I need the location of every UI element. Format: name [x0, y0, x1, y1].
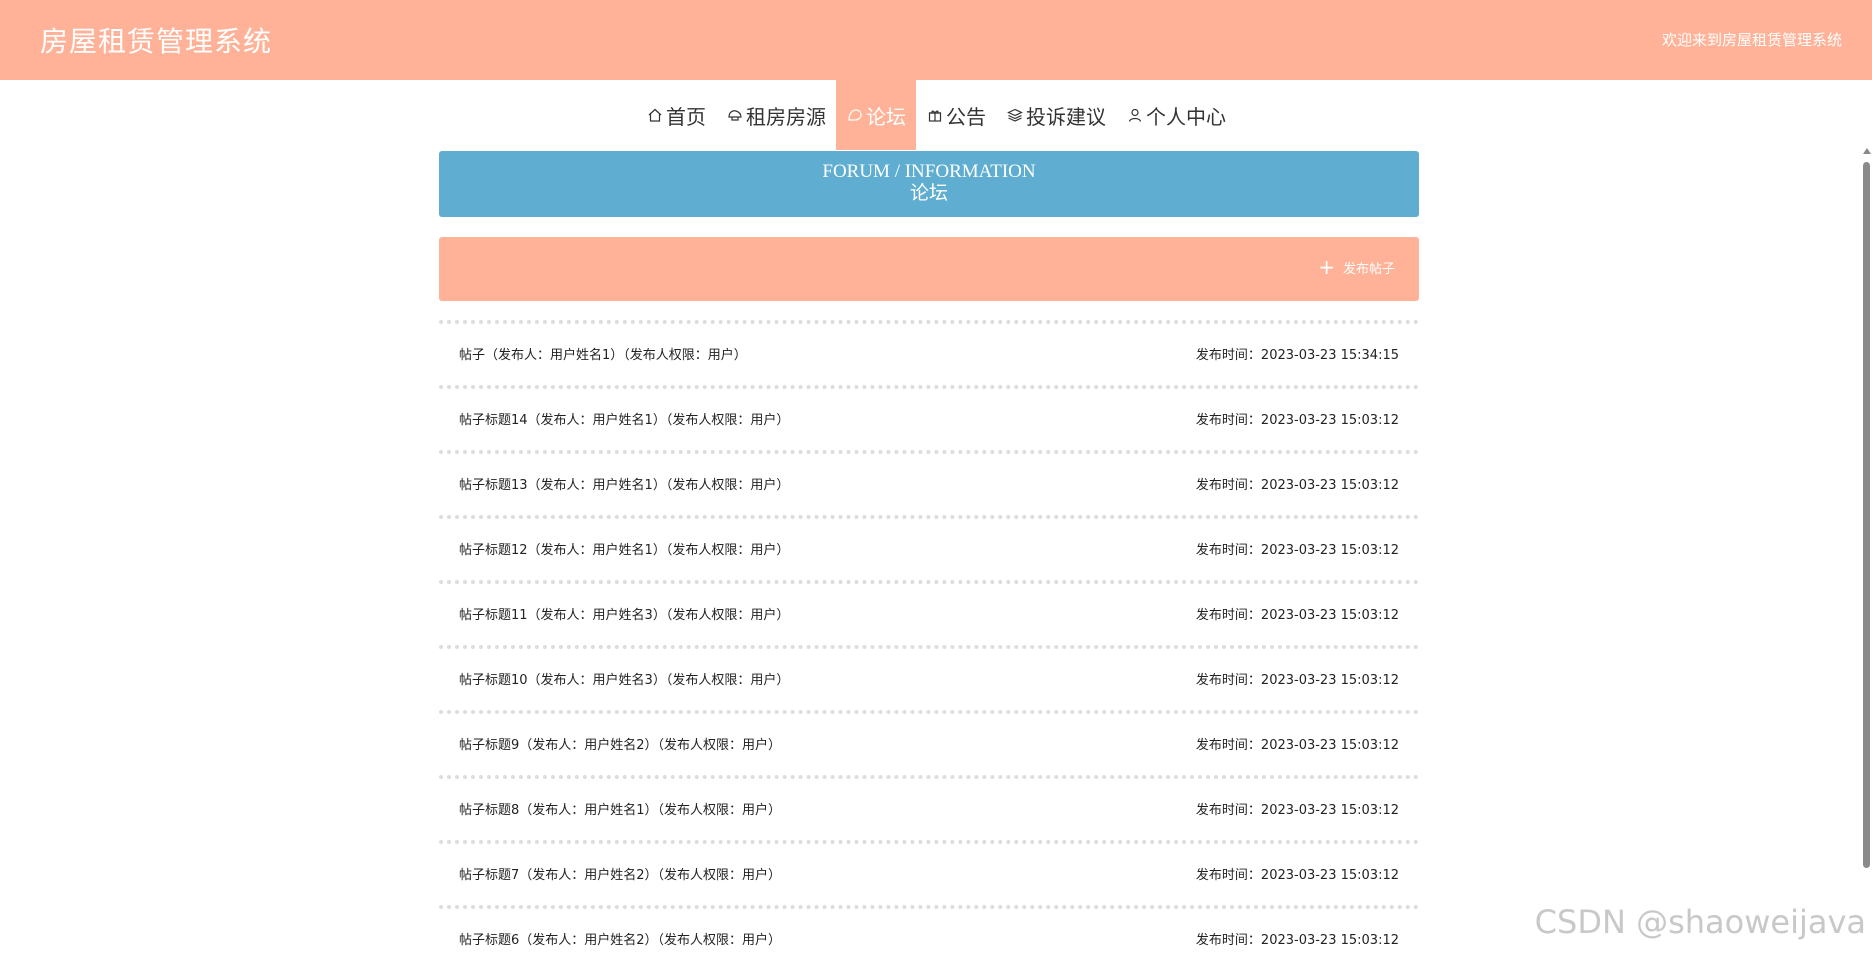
scrollbar-thumb[interactable] — [1863, 162, 1870, 868]
post-row[interactable]: 帖子标题7（发布人：用户姓名2）（发布人权限：用户） 发布时间：2023-03-… — [439, 840, 1419, 905]
post-time: 发布时间：2023-03-23 15:03:12 — [1195, 413, 1399, 428]
post-time: 发布时间：2023-03-23 15:03:12 — [1195, 543, 1399, 558]
page-scrollbar[interactable] — [1860, 148, 1872, 958]
post-title: 帖子标题11（发布人：用户姓名3）（发布人权限：用户） — [459, 608, 790, 623]
post-row[interactable]: 帖子标题14（发布人：用户姓名1）（发布人权限：用户） 发布时间：2023-03… — [439, 385, 1419, 450]
nav-item-forum[interactable]: 论坛 — [836, 80, 916, 150]
nav-label-personal-center: 个人中心 — [1146, 104, 1226, 129]
forum-icon — [846, 106, 864, 124]
home-icon — [646, 106, 664, 124]
post-time: 发布时间：2023-03-23 15:03:12 — [1195, 738, 1399, 753]
nav-item-complaints[interactable]: 投诉建议 — [996, 80, 1116, 150]
post-row[interactable]: 帖子（发布人：用户姓名1）（发布人权限：用户） 发布时间：2023-03-23 … — [439, 320, 1419, 385]
post-title: 帖子标题8（发布人：用户姓名1）（发布人权限：用户） — [459, 803, 782, 818]
layers-icon — [1006, 106, 1024, 124]
nav-label-home: 首页 — [666, 104, 706, 129]
nav-item-announcements[interactable]: 公告 — [916, 80, 996, 150]
post-title: 帖子标题7（发布人：用户姓名2）（发布人权限：用户） — [459, 868, 782, 883]
post-time: 发布时间：2023-03-23 15:03:12 — [1195, 868, 1399, 883]
user-icon — [1126, 106, 1144, 124]
post-title: 帖子标题6（发布人：用户姓名2）（发布人权限：用户） — [459, 933, 782, 948]
post-row[interactable]: 帖子标题10（发布人：用户姓名3）（发布人权限：用户） 发布时间：2023-03… — [439, 645, 1419, 710]
plus-icon: + — [1318, 255, 1335, 279]
nav-label-complaints: 投诉建议 — [1026, 104, 1106, 129]
nav-label-rental-listings: 租房房源 — [746, 104, 826, 129]
app-title: 房屋租赁管理系统 — [40, 25, 273, 58]
publish-post-label: 发布帖子 — [1342, 261, 1395, 277]
forum-action-bar: + 发布帖子 — [439, 237, 1419, 301]
post-title: 帖子（发布人：用户姓名1）（发布人权限：用户） — [459, 348, 747, 363]
top-header: 房屋租赁管理系统 欢迎来到房屋租赁管理系统 — [0, 0, 1872, 80]
post-title: 帖子标题9（发布人：用户姓名2）（发布人权限：用户） — [459, 738, 782, 753]
post-row[interactable]: 帖子标题9（发布人：用户姓名2）（发布人权限：用户） 发布时间：2023-03-… — [439, 710, 1419, 775]
scroll-up-arrow-icon[interactable] — [1863, 148, 1871, 154]
banner-title-cn: 论坛 — [909, 183, 948, 204]
post-list: 帖子（发布人：用户姓名1）（发布人权限：用户） 发布时间：2023-03-23 … — [439, 320, 1419, 970]
nav-label-forum: 论坛 — [866, 104, 906, 129]
post-title: 帖子标题10（发布人：用户姓名3）（发布人权限：用户） — [459, 673, 790, 688]
banner-title-en: FORUM / INFORMATION — [822, 161, 1036, 182]
nav-item-home[interactable]: 首页 — [636, 80, 716, 150]
watermark: CSDN @shaoweijava — [1534, 903, 1866, 941]
gift-icon — [926, 106, 944, 124]
house-rent-icon — [726, 106, 744, 124]
nav-label-announcements: 公告 — [946, 104, 986, 129]
section-banner: FORUM / INFORMATION 论坛 — [439, 151, 1419, 217]
post-time: 发布时间：2023-03-23 15:03:12 — [1195, 608, 1399, 623]
post-time: 发布时间：2023-03-23 15:03:12 — [1195, 803, 1399, 818]
post-row[interactable]: 帖子标题13（发布人：用户姓名1）（发布人权限：用户） 发布时间：2023-03… — [439, 450, 1419, 515]
post-row[interactable]: 帖子标题11（发布人：用户姓名3）（发布人权限：用户） 发布时间：2023-03… — [439, 580, 1419, 645]
post-time: 发布时间：2023-03-23 15:03:12 — [1195, 673, 1399, 688]
main-nav: 首页 租房房源 论坛 公告 投诉建议 个人中心 — [0, 80, 1872, 150]
post-title: 帖子标题14（发布人：用户姓名1）（发布人权限：用户） — [459, 413, 790, 428]
nav-item-personal-center[interactable]: 个人中心 — [1116, 80, 1236, 150]
post-row[interactable]: 帖子标题8（发布人：用户姓名1）（发布人权限：用户） 发布时间：2023-03-… — [439, 775, 1419, 840]
post-time: 发布时间：2023-03-23 15:03:12 — [1195, 478, 1399, 493]
post-row[interactable]: 帖子标题6（发布人：用户姓名2）（发布人权限：用户） 发布时间：2023-03-… — [439, 905, 1419, 970]
nav-item-rental-listings[interactable]: 租房房源 — [716, 80, 836, 150]
publish-post-button[interactable]: + 发布帖子 — [1318, 257, 1395, 277]
post-title: 帖子标题13（发布人：用户姓名1）（发布人权限：用户） — [459, 478, 790, 493]
post-title: 帖子标题12（发布人：用户姓名1）（发布人权限：用户） — [459, 543, 790, 558]
post-time: 发布时间：2023-03-23 15:03:12 — [1195, 933, 1399, 948]
post-time: 发布时间：2023-03-23 15:34:15 — [1195, 348, 1399, 363]
post-row[interactable]: 帖子标题12（发布人：用户姓名1）（发布人权限：用户） 发布时间：2023-03… — [439, 515, 1419, 580]
welcome-text: 欢迎来到房屋租赁管理系统 — [1661, 31, 1842, 49]
